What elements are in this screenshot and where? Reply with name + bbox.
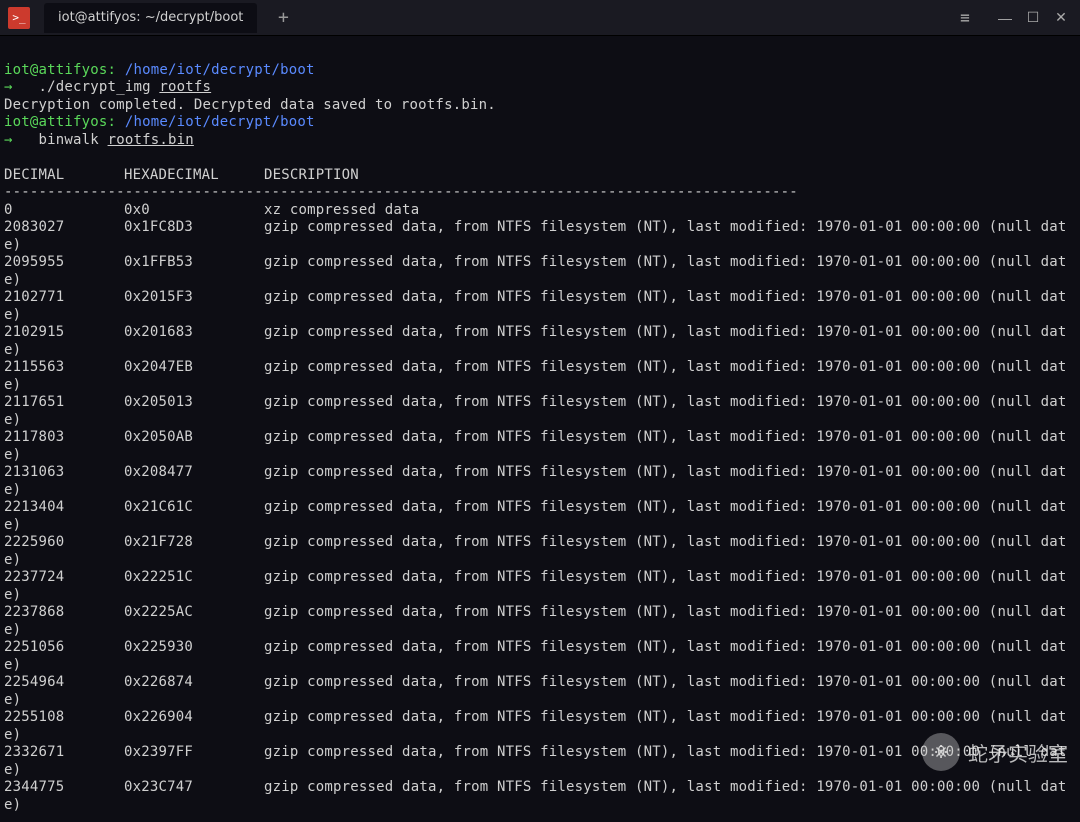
table-row-wrap: e) <box>4 237 21 253</box>
terminal-output[interactable]: iot@attifyos: /home/iot/decrypt/boot → .… <box>0 36 1080 822</box>
table-row: 21029150x201683gzip compressed data, fro… <box>4 324 1076 342</box>
table-row: 23326710x2397FFgzip compressed data, fro… <box>4 744 1076 762</box>
command-arg: rootfs <box>159 79 211 95</box>
table-row-wrap: e) <box>4 797 21 813</box>
command-text: binwalk <box>39 132 108 148</box>
table-row: 22377240x22251Cgzip compressed data, fro… <box>4 569 1076 587</box>
table-row: 22510560x225930gzip compressed data, fro… <box>4 639 1076 657</box>
table-row-wrap: e) <box>4 447 21 463</box>
prompt-path: /home/iot/decrypt/boot <box>125 114 315 130</box>
table-row: 23447750x23C747gzip compressed data, fro… <box>4 779 1076 797</box>
table-row: 21310630x208477gzip compressed data, fro… <box>4 464 1076 482</box>
table-row: 22551080x226904gzip compressed data, fro… <box>4 709 1076 727</box>
table-header: DECIMALHEXADECIMALDESCRIPTION <box>4 167 359 183</box>
table-row-wrap: e) <box>4 692 21 708</box>
table-row-wrap: e) <box>4 377 21 393</box>
new-tab-button[interactable]: + <box>269 4 297 32</box>
output-line: Decryption completed. Decrypted data sav… <box>4 97 496 113</box>
table-row-wrap: e) <box>4 482 21 498</box>
table-row-wrap: e) <box>4 587 21 603</box>
table-row: 21176510x205013gzip compressed data, fro… <box>4 394 1076 412</box>
table-row: 22378680x2225ACgzip compressed data, fro… <box>4 604 1076 622</box>
prompt-arrow: → <box>4 132 13 148</box>
prompt-user-host: iot@attifyos: <box>4 114 116 130</box>
close-button[interactable]: ✕ <box>1048 5 1074 31</box>
table-row-wrap: e) <box>4 342 21 358</box>
minimize-button[interactable]: — <box>992 5 1018 31</box>
table-divider: ----------------------------------------… <box>4 184 798 200</box>
table-row-wrap: e) <box>4 762 21 778</box>
maximize-button[interactable]: ☐ <box>1020 5 1046 31</box>
table-row: 20830270x1FC8D3gzip compressed data, fro… <box>4 219 1076 237</box>
table-row: 20959550x1FFB53gzip compressed data, fro… <box>4 254 1076 272</box>
table-row-wrap: e) <box>4 727 21 743</box>
prompt-user-host: iot@attifyos: <box>4 62 116 78</box>
table-row: 22549640x226874gzip compressed data, fro… <box>4 674 1076 692</box>
table-row-wrap: e) <box>4 552 21 568</box>
table-row-wrap: e) <box>4 517 21 533</box>
command-arg: rootfs.bin <box>108 132 194 148</box>
table-row-wrap: e) <box>4 272 21 288</box>
hamburger-menu-icon[interactable]: ≡ <box>952 5 978 31</box>
window-titlebar: >_ iot@attifyos: ~/decrypt/boot + ≡ — ☐ … <box>0 0 1080 36</box>
table-row: 21027710x2015F3gzip compressed data, fro… <box>4 289 1076 307</box>
table-row-wrap: e) <box>4 307 21 323</box>
table-row: 00x0xz compressed data <box>4 202 1076 220</box>
table-row-wrap: e) <box>4 412 21 428</box>
table-row-wrap: e) <box>4 657 21 673</box>
table-row: 22259600x21F728gzip compressed data, fro… <box>4 534 1076 552</box>
terminal-app-icon: >_ <box>8 7 30 29</box>
prompt-path: /home/iot/decrypt/boot <box>125 62 315 78</box>
command-text: ./decrypt_img <box>39 79 160 95</box>
terminal-tab[interactable]: iot@attifyos: ~/decrypt/boot <box>44 3 257 33</box>
table-row: 22134040x21C61Cgzip compressed data, fro… <box>4 499 1076 517</box>
table-row-wrap: e) <box>4 622 21 638</box>
prompt-arrow: → <box>4 79 13 95</box>
table-row: 21178030x2050ABgzip compressed data, fro… <box>4 429 1076 447</box>
table-row: 21155630x2047EBgzip compressed data, fro… <box>4 359 1076 377</box>
